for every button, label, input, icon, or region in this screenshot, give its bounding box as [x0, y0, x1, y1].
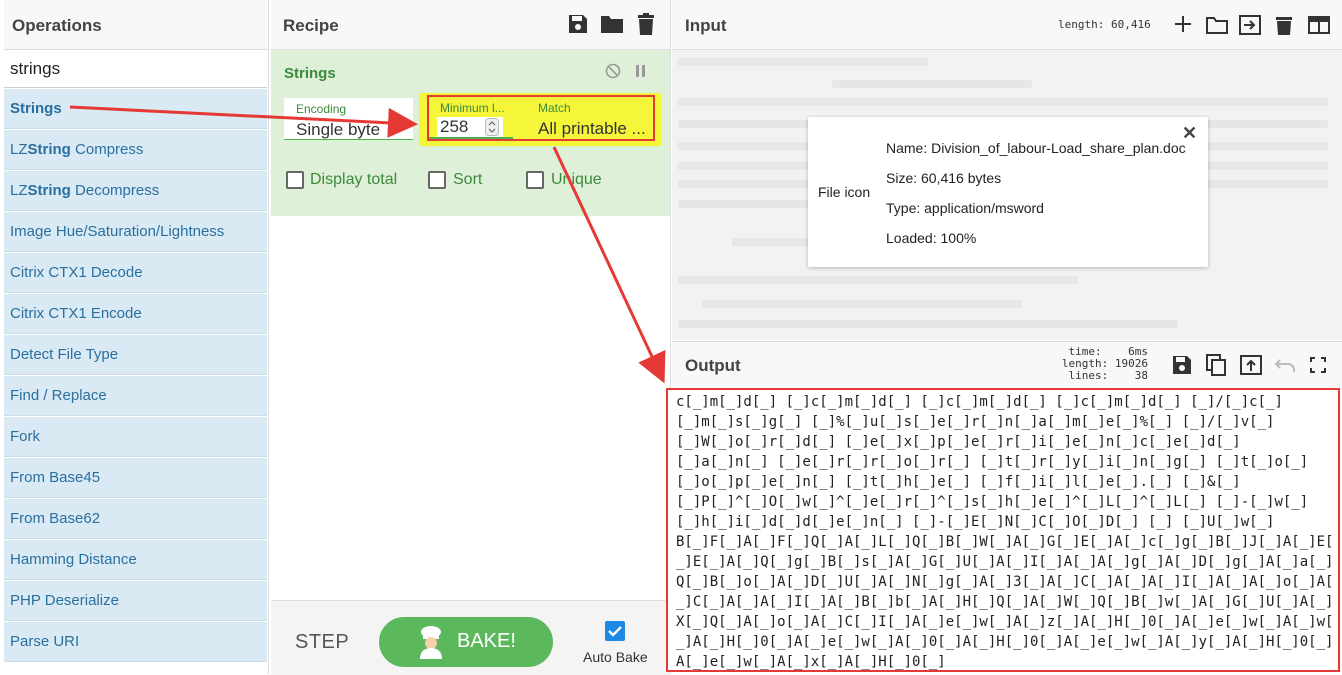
annotation-arrow-to-recipe	[69, 105, 418, 138]
annotation-arrows	[69, 105, 666, 384]
annotation-arrow-to-output	[552, 146, 666, 384]
